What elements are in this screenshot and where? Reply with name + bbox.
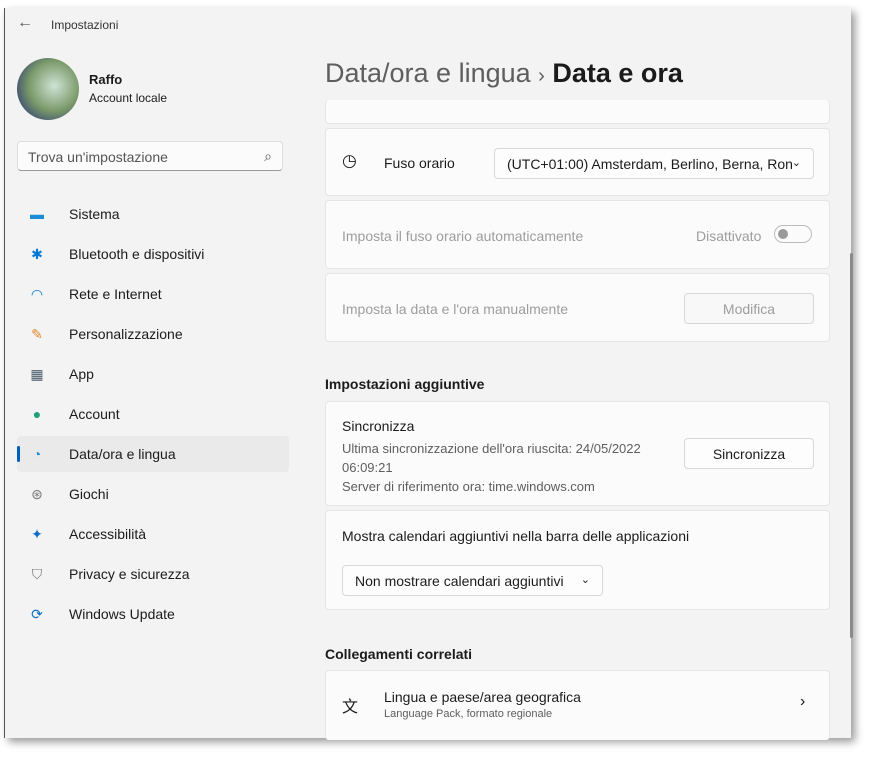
link-subtitle: Language Pack, formato regionale <box>384 708 553 720</box>
sidebar-item-rete-e-internet[interactable]: ◠ Rete e Internet <box>17 276 289 312</box>
sidebar-item-giochi[interactable]: ⊛ Giochi <box>17 476 289 512</box>
gamepad-icon: ⊛ <box>31 485 43 502</box>
chevron-down-icon: ⌄ <box>791 157 801 169</box>
sidebar-nav: ▬ Sistema ✱ Bluetooth e dispositivi ◠ Rete e … <box>17 196 289 636</box>
sidebar-item-label: Accessibilità <box>69 526 147 542</box>
auto-timezone-card: Imposta il fuso orario automaticamente D… <box>325 200 830 269</box>
language-region-link[interactable]: 文 Lingua e paese/area geografica Languag… <box>325 670 830 740</box>
sync-card: Sincronizza Ultima sincronizzazione dell… <box>325 401 830 506</box>
sidebar-item-label: Bluetooth e dispositivi <box>69 246 205 262</box>
shield-icon: ⛉ <box>31 565 43 582</box>
brush-icon: ✎ <box>31 325 43 342</box>
user-name: Raffo <box>89 72 123 87</box>
timezone-value: (UTC+01:00) Amsterdam, Berlino, Berna, R… <box>507 156 793 172</box>
window-title: Impostazioni <box>51 18 119 32</box>
sidebar-item-label: Sistema <box>69 206 120 222</box>
page-title: Data e ora <box>552 58 683 88</box>
update-icon: ⟳ <box>31 605 43 622</box>
sidebar-item-label: Data/ora e lingua <box>69 446 176 462</box>
related-links-heading: Collegamenti correlati <box>325 646 473 662</box>
sync-title: Sincronizza <box>342 418 415 434</box>
calendars-card: Mostra calendari aggiuntivi nella barra … <box>325 510 830 610</box>
clock-globe-icon: ◔ <box>32 446 42 462</box>
accessibility-icon: ✦ <box>31 525 43 542</box>
wifi-icon: ◠ <box>30 285 44 302</box>
calendars-value: Non mostrare calendari aggiuntivi <box>355 573 564 589</box>
sidebar-item-personalizzazione[interactable]: ✎ Personalizzazione <box>17 316 289 352</box>
monitor-icon: ▬ <box>30 206 44 222</box>
sidebar-item-data-ora-e-lingua[interactable]: ◔ Data/ora e lingua <box>17 436 289 472</box>
sidebar-item-bluetooth-e-dispositivi[interactable]: ✱ Bluetooth e dispositivi <box>17 236 289 272</box>
language-icon: 文 <box>342 699 359 716</box>
scrollbar[interactable] <box>850 253 853 638</box>
calendars-dropdown[interactable]: Non mostrare calendari aggiuntivi ⌄ <box>342 565 603 596</box>
sidebar-item-label: Personalizzazione <box>69 326 183 342</box>
sidebar-item-windows-update[interactable]: ⟳ Windows Update <box>17 596 289 632</box>
sidebar-item-privacy-e-sicurezza[interactable]: ⛉ Privacy e sicurezza <box>17 556 289 592</box>
link-title: Lingua e paese/area geografica <box>384 689 581 705</box>
breadcrumb-separator: › <box>538 65 545 87</box>
modify-button[interactable]: Modifica <box>684 293 814 324</box>
sidebar-item-label: Account <box>69 406 120 422</box>
auto-timezone-label: Imposta il fuso orario automaticamente <box>342 228 584 244</box>
bluetooth-icon: ✱ <box>31 245 43 262</box>
sidebar-item-label: Windows Update <box>69 606 175 622</box>
last-sync-text: Ultima sincronizzazione dell'ora riuscit… <box>342 441 641 456</box>
manual-time-label: Imposta la data e l'ora manualmente <box>342 301 569 317</box>
sidebar-item-app[interactable]: ▦ App <box>17 356 289 392</box>
timezone-card: ◷ Fuso orario (UTC+01:00) Amsterdam, Ber… <box>325 128 830 196</box>
breadcrumb-parent[interactable]: Data/ora e lingua <box>325 58 531 88</box>
auto-timezone-toggle[interactable] <box>774 225 812 243</box>
chevron-down-icon: ⌄ <box>580 574 590 586</box>
avatar <box>17 58 79 120</box>
clock-globe-icon: ◷ <box>342 151 357 170</box>
apps-icon: ▦ <box>30 365 44 382</box>
breadcrumb: Data/ora e lingua › Data e ora <box>325 58 683 89</box>
search-input[interactable]: Trova un'impostazione ⌕ <box>17 141 283 171</box>
last-sync-time: 06:09:21 <box>342 460 393 475</box>
sidebar-item-accessibilit-[interactable]: ✦ Accessibilità <box>17 516 289 552</box>
search-icon: ⌕ <box>264 148 272 164</box>
timezone-dropdown[interactable]: (UTC+01:00) Amsterdam, Berlino, Berna, R… <box>494 148 814 179</box>
back-arrow-icon[interactable]: ← <box>17 14 33 32</box>
sidebar-item-account[interactable]: ● Account <box>17 396 289 432</box>
timezone-label: Fuso orario <box>384 155 455 171</box>
time-server-text: Server di riferimento ora: time.windows.… <box>342 479 595 494</box>
account-type: Account locale <box>89 91 168 105</box>
person-icon: ● <box>32 406 42 422</box>
sync-button[interactable]: Sincronizza <box>684 438 814 469</box>
additional-settings-heading: Impostazioni aggiuntive <box>325 376 485 392</box>
manual-time-card: Imposta la data e l'ora manualmente Modi… <box>325 273 830 342</box>
sidebar-item-label: Privacy e sicurezza <box>69 566 190 582</box>
search-placeholder: Trova un'impostazione <box>28 149 168 165</box>
sidebar-item-label: Rete e Internet <box>69 286 162 302</box>
sidebar-item-label: App <box>69 366 94 382</box>
chevron-right-icon: › <box>800 693 806 710</box>
sidebar-item-label: Giochi <box>69 486 109 502</box>
settings-window: ← Impostazioni Raffo Account locale Trov… <box>4 8 853 740</box>
auto-timezone-state: Disattivato <box>696 228 762 244</box>
card-above <box>325 100 830 124</box>
sidebar-item-sistema[interactable]: ▬ Sistema <box>17 196 289 232</box>
calendars-label: Mostra calendari aggiuntivi nella barra … <box>342 528 690 544</box>
